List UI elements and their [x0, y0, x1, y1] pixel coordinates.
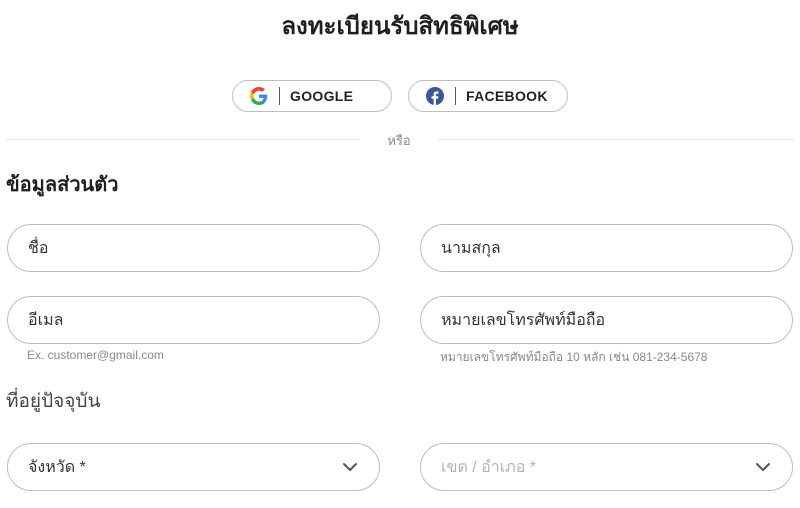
page-title: ลงทะเบียนรับสิทธิพิเศษ	[281, 13, 519, 40]
first-name-field[interactable]: ชื่อ	[7, 224, 380, 272]
facebook-login-button[interactable]: FACEBOOK	[408, 80, 568, 112]
google-label: GOOGLE	[290, 88, 354, 104]
phone-hint: หมายเลขโทรศัพท์มือถือ 10 หลัก เช่น 081-2…	[440, 350, 708, 364]
phone-placeholder: หมายเลขโทรศัพท์มือถือ	[441, 311, 606, 329]
divider-line-left	[6, 139, 360, 140]
separator	[455, 87, 456, 105]
district-select[interactable]: เขต / อำเภอ *	[420, 443, 793, 491]
chevron-down-icon	[341, 458, 359, 476]
personal-info-heading: ข้อมูลส่วนตัว	[6, 174, 119, 196]
province-label: จังหวัด *	[28, 458, 86, 476]
chevron-down-icon	[754, 458, 772, 476]
district-label: เขต / อำเภอ *	[441, 458, 537, 476]
last-name-placeholder: นามสกุล	[441, 239, 501, 257]
facebook-label: FACEBOOK	[466, 88, 548, 104]
google-login-button[interactable]: GOOGLE	[232, 80, 392, 112]
google-icon	[249, 86, 269, 106]
address-heading: ที่อยู่ปัจจุบัน	[6, 391, 101, 412]
email-placeholder: อีเมล	[28, 311, 64, 329]
facebook-icon	[425, 86, 445, 106]
province-select[interactable]: จังหวัด *	[7, 443, 380, 491]
email-field[interactable]: อีเมล	[7, 296, 380, 344]
email-hint: Ex. customer@gmail.com	[27, 348, 164, 362]
divider-line-right	[438, 139, 794, 140]
last-name-field[interactable]: นามสกุล	[420, 224, 793, 272]
divider-or-text: หรือ	[387, 133, 411, 148]
phone-field[interactable]: หมายเลขโทรศัพท์มือถือ	[420, 296, 793, 344]
separator	[279, 87, 280, 105]
first-name-placeholder: ชื่อ	[28, 239, 49, 257]
